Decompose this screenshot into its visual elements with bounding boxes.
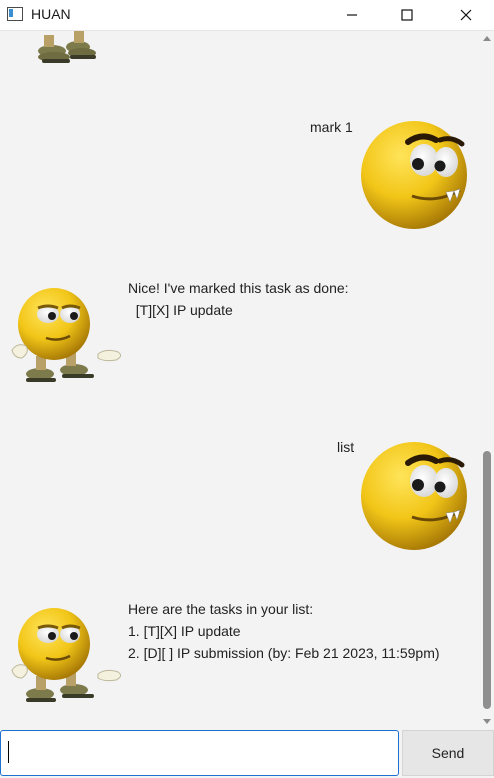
user-avatar-icon [361, 121, 467, 229]
bot-avatar-icon [11, 288, 122, 382]
bot-message-line: Nice! I've marked this task as done: [128, 280, 349, 296]
window-title: HUAN [31, 6, 71, 22]
scroll-up-arrow-icon[interactable] [483, 36, 491, 41]
message-input[interactable] [0, 730, 399, 776]
bot-avatar-icon [11, 608, 122, 702]
title-bar: HUAN [0, 0, 494, 31]
bot-message-line: 2. [D][ ] IP submission (by: Feb 21 2023… [128, 645, 440, 661]
minimize-icon [347, 14, 357, 16]
bot-message-line: [T][X] IP update [128, 302, 233, 318]
close-button[interactable] [443, 0, 489, 30]
bot-avatar-partial-icon [38, 31, 96, 63]
bot-message-line: Here are the tasks in your list: [128, 601, 314, 617]
vertical-scrollbar[interactable] [480, 31, 494, 729]
minimize-button[interactable] [329, 0, 375, 30]
input-bar: Send [0, 729, 494, 778]
scroll-down-arrow-icon[interactable] [483, 719, 491, 724]
bot-message-line: 1. [T][X] IP update [128, 623, 241, 639]
close-icon [460, 9, 472, 21]
user-message-text: list [337, 439, 355, 455]
user-avatar-icon [361, 442, 467, 550]
chat-area[interactable]: mark 1 Nice! I've marked this task as do… [0, 31, 480, 729]
app-icon [7, 7, 23, 21]
send-button[interactable]: Send [402, 730, 494, 776]
maximize-button[interactable] [384, 0, 430, 30]
maximize-icon [401, 9, 413, 21]
text-caret [8, 741, 9, 763]
user-message-text: mark 1 [310, 119, 353, 135]
scrollbar-thumb[interactable] [483, 451, 491, 709]
